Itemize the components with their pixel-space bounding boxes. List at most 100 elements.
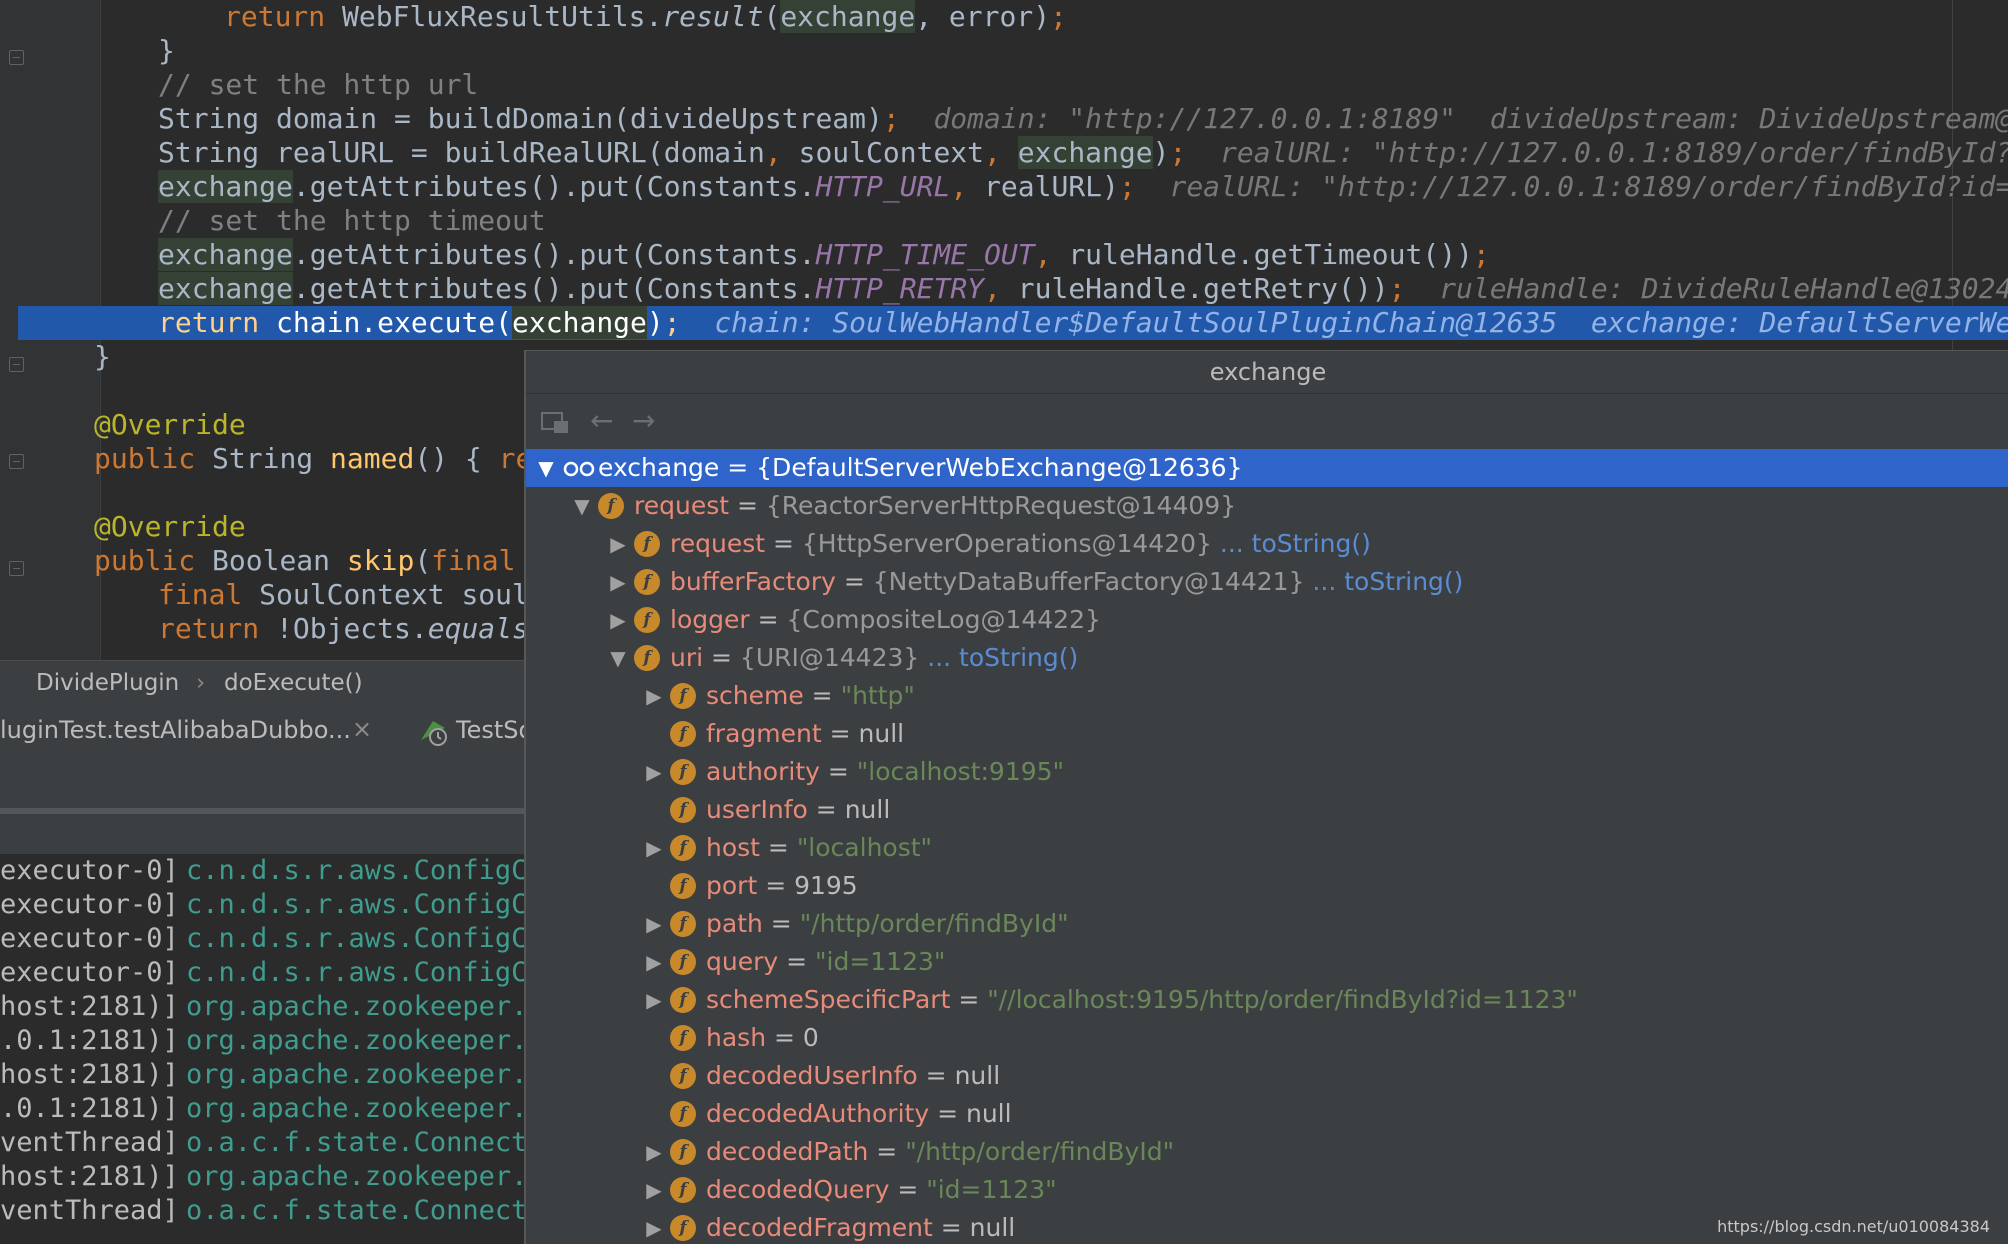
code-line-return-chain[interactable]: return chain.execute(exchange); chain: S… <box>18 306 2008 340</box>
tree-row-scheme[interactable]: ▶ f scheme = "http" <box>526 677 2008 715</box>
log-logger[interactable]: c.n.d.s.r.aws.ConfigC <box>186 854 526 888</box>
code-token: HTTP_RETRY <box>815 272 985 305</box>
expand-down-icon[interactable]: ▼ <box>536 449 556 487</box>
equals-sign: = <box>917 1061 955 1090</box>
tree-row-schemeSpecificPart[interactable]: ▶ f schemeSpecificPart = "//localhost:9195… <box>526 981 2008 1019</box>
code-token: named <box>330 442 415 475</box>
log-logger[interactable]: org.apache.zookeeper. <box>186 1024 526 1058</box>
tree-row-authority[interactable]: ▶ f authority = "localhost:9195" <box>526 753 2008 791</box>
expand-right-icon[interactable]: ▶ <box>608 525 628 563</box>
variable-value: {HttpServerOperations@14420} <box>801 529 1212 558</box>
tree-row-text: hash = 0 <box>706 1019 819 1057</box>
log-logger[interactable]: o.a.c.f.state.Connect <box>186 1126 526 1160</box>
code-token: String <box>212 442 331 475</box>
watch-glasses-icon <box>563 461 595 477</box>
field-icon: f <box>670 683 696 709</box>
tree-row-path[interactable]: ▶ f path = "/http/order/findById" <box>526 905 2008 943</box>
console-output[interactable]: executor-0] c.n.d.s.r.aws.ConfigC executor… <box>0 854 526 1244</box>
expand-right-icon[interactable]: ▶ <box>644 753 664 791</box>
field-icon: f <box>670 835 696 861</box>
tree-row-host[interactable]: ▶ f host = "localhost" <box>526 829 2008 867</box>
tree-row-uri[interactable]: ▼ f uri = {URI@14423} ... toString() <box>526 639 2008 677</box>
tree-row-userInfo[interactable]: f userInfo = null <box>526 791 2008 829</box>
forward-arrow-icon[interactable]: → <box>632 405 655 437</box>
tree-row-text: decodedQuery = "id=1123" <box>706 1171 1057 1209</box>
tree-row-logger[interactable]: ▶ f logger = {CompositeLog@14422} <box>526 601 2008 639</box>
variable-name: decodedFragment <box>706 1213 933 1242</box>
close-tab-icon[interactable]: × <box>352 715 372 743</box>
tree-row-decodedUserInfo[interactable]: f decodedUserInfo = null <box>526 1057 2008 1095</box>
breadcrumb-method[interactable]: doExecute() <box>224 670 363 696</box>
tree-row-text: port = 9195 <box>706 867 858 905</box>
log-logger[interactable]: c.n.d.s.r.aws.ConfigC <box>186 888 526 922</box>
log-logger[interactable]: org.apache.zookeeper. <box>186 1160 526 1194</box>
run-tab-alibaba-dubbo[interactable]: luginTest.testAlibabaDubbo... <box>0 716 351 744</box>
log-logger[interactable]: org.apache.zookeeper. <box>186 990 526 1024</box>
fold-marker[interactable] <box>9 561 24 576</box>
field-icon: f <box>670 1215 696 1241</box>
fold-marker[interactable] <box>9 50 24 65</box>
expand-right-icon[interactable]: ▶ <box>644 943 664 981</box>
log-logger[interactable]: o.a.c.f.state.ConnectionStateManager <box>186 1194 526 1228</box>
expand-down-icon[interactable]: ▼ <box>572 487 592 525</box>
expand-right-icon[interactable]: ▶ <box>644 677 664 715</box>
expand-right-icon[interactable]: ▶ <box>644 905 664 943</box>
field-icon: f <box>598 493 624 519</box>
expand-down-icon[interactable]: ▼ <box>608 639 628 677</box>
log-logger[interactable]: c.n.d.s.r.aws.ConfigC <box>186 922 526 956</box>
variable-value: {NettyDataBufferFactory@14421} <box>872 567 1305 596</box>
code-token: soulContext <box>798 136 985 169</box>
expand-right-icon[interactable]: ▶ <box>608 601 628 639</box>
tree-row-decodedPath[interactable]: ▶ f decodedPath = "/http/order/findById" <box>526 1133 2008 1171</box>
variable-value: "//localhost:9195/http/order/findById?id… <box>987 985 1578 1014</box>
code-token: !Objects. <box>276 612 428 645</box>
equals-sign: = <box>868 1137 906 1166</box>
log-logger[interactable]: c.n.d.s.r.aws.ConfigC <box>186 956 526 990</box>
code-token: String domain = buildDomain(divideUpstre… <box>158 102 883 135</box>
log-thread: host:2181)] <box>0 1161 179 1192</box>
expand-right-icon[interactable]: ▶ <box>644 829 664 867</box>
tree-row-bufferFactory[interactable]: ▶ f bufferFactory = {NettyDataBufferFactor… <box>526 563 2008 601</box>
variable-name: logger <box>670 605 750 634</box>
code-token: exchange <box>512 306 647 339</box>
breadcrumb-class[interactable]: DividePlugin <box>36 670 179 696</box>
debug-evaluate-popup[interactable]: exchange ← → ▼ exchange = {DefaultServerW… <box>524 350 2008 1244</box>
expand-right-icon[interactable]: ▶ <box>644 1209 664 1244</box>
console-splitter[interactable] <box>0 808 526 814</box>
back-arrow-icon[interactable]: ← <box>590 405 613 437</box>
log-thread: .0.1:2181)] <box>0 1025 179 1056</box>
log-logger[interactable]: org.apache.zookeeper. <box>186 1058 526 1092</box>
variable-name: decodedAuthority <box>706 1099 930 1128</box>
inline-debug-value: domain: "http://127.0.0.1:8189" divideUp… <box>899 102 2008 135</box>
inspect-icon[interactable] <box>540 407 570 435</box>
tostring-link[interactable]: ... toString() <box>1304 567 1463 596</box>
tree-row-fragment[interactable]: f fragment = null <box>526 715 2008 753</box>
tree-row-decodedAuthority[interactable]: f decodedAuthority = null <box>526 1095 2008 1133</box>
run-tab-test-soul[interactable]: TestSoul <box>456 716 526 744</box>
log-thread: ventThread] <box>0 1127 179 1158</box>
variable-value: 0 <box>802 1023 819 1052</box>
tree-row-text: userInfo = null <box>706 791 890 829</box>
expand-right-icon[interactable]: ▶ <box>644 981 664 1019</box>
tostring-link[interactable]: ... toString() <box>919 643 1078 672</box>
tree-row-request[interactable]: ▼ f request = {ReactorServerHttpRequest@14… <box>526 487 2008 525</box>
log-logger[interactable]: org.apache.zookeeper. <box>186 1092 526 1126</box>
tree-row-hash[interactable]: f hash = 0 <box>526 1019 2008 1057</box>
tree-row-port[interactable]: f port = 9195 <box>526 867 2008 905</box>
code-token: String realURL = buildRealURL(domain <box>158 136 765 169</box>
tree-row-exchange[interactable]: ▼ exchange = {DefaultServerWebExchange@12… <box>526 449 2008 487</box>
popup-title[interactable]: exchange <box>526 351 2008 394</box>
fold-marker[interactable] <box>9 454 24 469</box>
run-config-icon <box>421 721 447 746</box>
expand-right-icon[interactable]: ▶ <box>608 563 628 601</box>
tree-row-decodedQuery[interactable]: ▶ f decodedQuery = "id=1123" <box>526 1171 2008 1209</box>
code-token: .getAttributes().put(Constants. <box>292 272 816 305</box>
equals-sign: = <box>929 1099 966 1128</box>
expand-right-icon[interactable]: ▶ <box>644 1133 664 1171</box>
tostring-link[interactable]: ... toString() <box>1212 529 1371 558</box>
expand-right-icon[interactable]: ▶ <box>644 1171 664 1209</box>
fold-marker[interactable] <box>9 357 24 372</box>
tree-row-request[interactable]: ▶ f request = {HttpServerOperations@14420}… <box>526 525 2008 563</box>
variable-value: "id=1123" <box>815 947 946 976</box>
tree-row-query[interactable]: ▶ f query = "id=1123" <box>526 943 2008 981</box>
